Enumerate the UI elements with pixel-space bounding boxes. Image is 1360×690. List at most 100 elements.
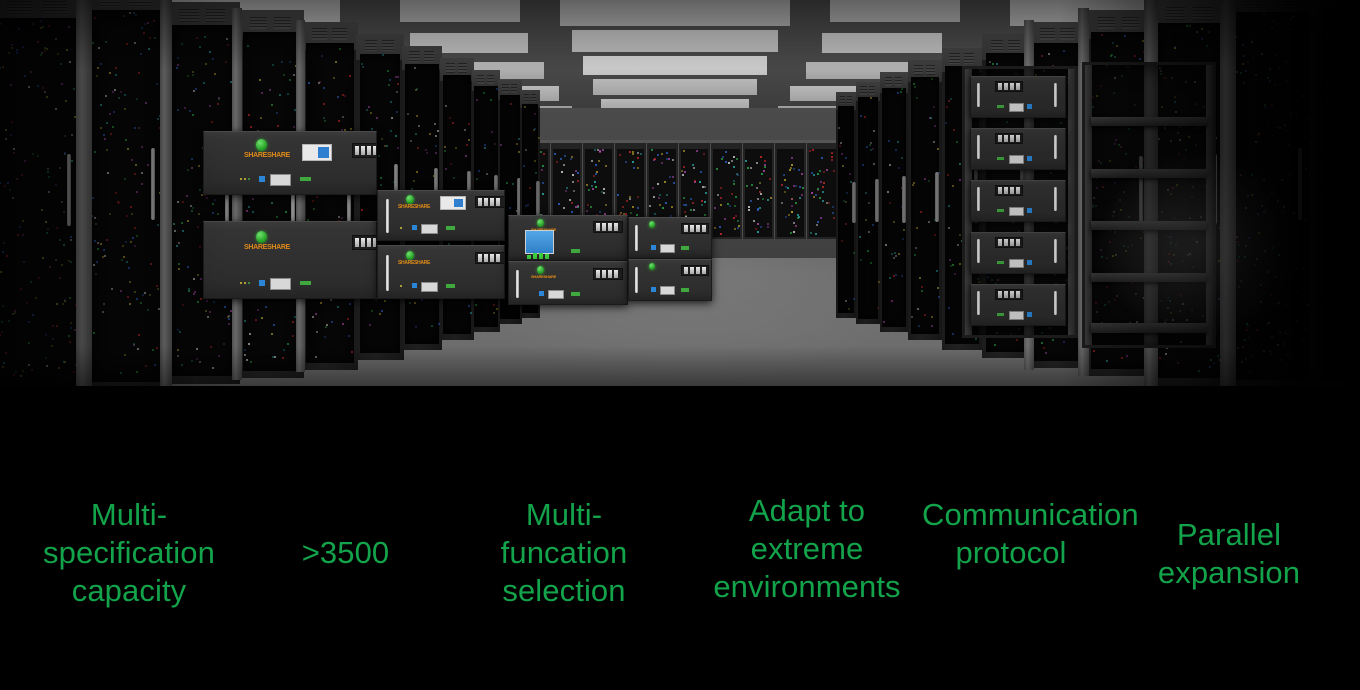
- rack-status-led: [349, 127, 352, 130]
- rack-status-led: [900, 90, 903, 93]
- rack-status-led: [540, 169, 543, 172]
- rack-status-led: [801, 187, 804, 190]
- rack-status-led: [571, 174, 574, 177]
- rack-status-led: [671, 159, 674, 162]
- rack-status-led: [668, 158, 671, 161]
- rack-status-led: [869, 262, 872, 265]
- rack-status-led: [553, 152, 556, 155]
- rack-status-led: [792, 231, 795, 234]
- rack-status-led: [275, 216, 278, 219]
- indicator-blue: [412, 225, 417, 230]
- rack-status-led: [565, 190, 568, 192]
- battery-module-medium: SHARESHARE: [377, 190, 505, 241]
- level-indicator-bars: [527, 253, 549, 259]
- rack-status-led: [720, 204, 723, 207]
- rack-status-led: [869, 148, 872, 151]
- rack-status-led: [493, 311, 496, 314]
- rack-status-led: [724, 151, 727, 154]
- rack-status-led: [669, 176, 672, 179]
- rack-status-led: [572, 190, 575, 193]
- rack-status-led: [524, 205, 527, 208]
- rack-status-led: [656, 153, 659, 156]
- rack-status-led: [577, 179, 580, 182]
- rack-mounted-battery-module: [970, 128, 1066, 170]
- rack-status-led: [690, 197, 693, 200]
- rack-status-led: [637, 196, 640, 199]
- rack-status-led: [790, 163, 793, 166]
- rack-status-led: [867, 249, 870, 252]
- breaker-switch-row: [681, 223, 709, 234]
- ethernet-ports: [1009, 259, 1024, 268]
- ethernet-ports: [1009, 311, 1024, 320]
- rack-status-led: [760, 156, 762, 159]
- ethernet-ports: [1009, 103, 1024, 112]
- brand-mark-icon: [406, 195, 414, 204]
- rack-status-led: [598, 211, 601, 214]
- rack-status-led: [248, 205, 251, 208]
- rack-status-led: [571, 155, 574, 158]
- rack-status-led: [831, 156, 834, 159]
- rack-vent-grille: [860, 86, 867, 95]
- indicator-green: [681, 288, 689, 292]
- rack-status-led: [682, 166, 685, 169]
- rack-status-led: [629, 195, 632, 198]
- rack-status-led: [542, 182, 544, 185]
- indicator-green: [571, 292, 580, 296]
- rack-status-led: [337, 306, 340, 309]
- rack-status-led: [482, 91, 485, 94]
- feature-label: Communication protocol: [922, 497, 1139, 570]
- rack-status-led: [632, 206, 635, 209]
- rack-status-led: [911, 184, 914, 187]
- rack-status-led: [876, 307, 879, 310]
- rack-status-led: [272, 323, 275, 326]
- indicator-blue: [651, 287, 656, 292]
- lcd-screen: [525, 230, 554, 254]
- rack-status-led: [632, 161, 635, 164]
- indicator-green: [571, 249, 580, 253]
- rack-status-led: [396, 147, 399, 150]
- status-led: [248, 178, 250, 180]
- rack-status-led: [270, 201, 273, 204]
- rack-status-led: [948, 307, 951, 310]
- rack-status-led: [713, 226, 716, 229]
- rack-status-led: [256, 308, 259, 311]
- rack-status-led: [801, 173, 804, 176]
- bottom-vignette: [0, 346, 1360, 386]
- rack-status-led: [395, 111, 398, 114]
- rack-status-led: [789, 231, 792, 234]
- rack-status-led: [342, 322, 345, 325]
- rack-status-led: [756, 207, 759, 210]
- rack-status-led: [701, 199, 704, 202]
- indicator-green: [997, 261, 1004, 264]
- rack-status-led: [759, 226, 762, 229]
- rack-status-led: [862, 163, 865, 166]
- rack-status-led: [793, 167, 796, 170]
- rack-status-led: [865, 218, 868, 221]
- rack-status-led: [347, 318, 350, 321]
- rack-status-led: [379, 184, 382, 187]
- rack-status-led: [409, 139, 412, 142]
- indicator-green: [997, 313, 1004, 316]
- server-rack-cabinet: [908, 60, 942, 340]
- rack-status-led: [490, 131, 493, 134]
- rack-status-led: [387, 84, 390, 87]
- rack-status-led: [937, 148, 940, 151]
- rack-status-led: [947, 204, 950, 207]
- ethernet-ports: [270, 278, 291, 290]
- indicator-green: [997, 105, 1004, 108]
- brand-wordmark: SHARESHARE: [398, 204, 431, 210]
- rack-status-led: [348, 303, 351, 306]
- rack-status-led: [810, 191, 813, 194]
- rack-status-led: [543, 152, 546, 155]
- ethernet-ports: [660, 244, 675, 253]
- rack-status-led: [888, 164, 891, 167]
- rack-status-led: [935, 270, 938, 273]
- rack-status-led: [576, 172, 579, 175]
- rack-status-led: [415, 326, 418, 329]
- rack-glass-door: [713, 149, 740, 237]
- rack-status-led: [618, 153, 621, 156]
- rack-status-led: [248, 332, 251, 335]
- rack-status-led: [540, 151, 543, 154]
- rack-status-led: [896, 92, 899, 95]
- breaker-switch-row: [995, 133, 1023, 144]
